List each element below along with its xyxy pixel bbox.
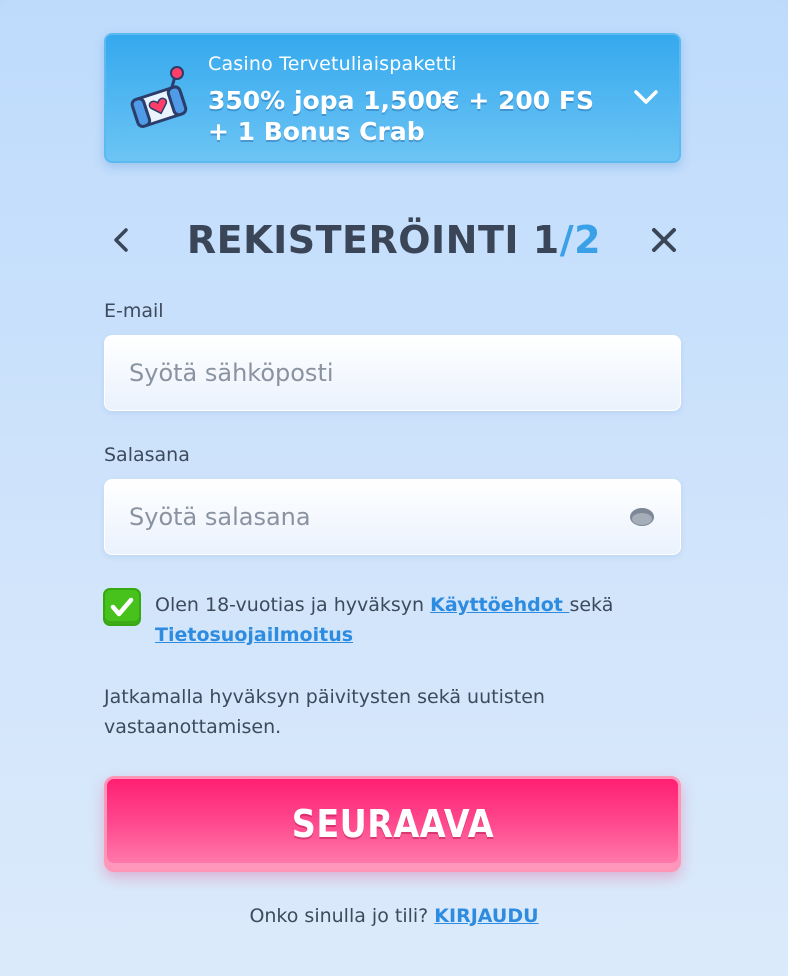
email-label: E-mail bbox=[104, 300, 164, 322]
email-field[interactable] bbox=[129, 336, 609, 410]
login-prompt: Onko sinulla jo tili? KIRJAUDU bbox=[0, 905, 788, 927]
terms-text-between: sekä bbox=[569, 594, 614, 616]
terms-link[interactable]: Käyttöehdot bbox=[430, 594, 569, 616]
email-field-wrapper bbox=[104, 335, 681, 411]
welcome-bonus-banner[interactable]: Casino Tervetuliaispaketti 350% jopa 1,5… bbox=[104, 33, 681, 163]
chevron-left-icon[interactable] bbox=[104, 222, 136, 258]
promo-subtitle: Casino Tervetuliaispaketti bbox=[208, 53, 457, 75]
step-current: 1 bbox=[532, 218, 560, 262]
password-field-wrapper bbox=[104, 479, 681, 555]
privacy-link[interactable]: Tietosuojailmoitus bbox=[155, 624, 353, 646]
promo-title: 350% jopa 1,500€ + 200 FS + 1 Bonus Crab bbox=[208, 86, 594, 146]
chevron-down-icon[interactable] bbox=[633, 87, 659, 107]
password-label: Salasana bbox=[104, 444, 190, 466]
next-button[interactable]: SEURAAVA bbox=[104, 776, 681, 872]
close-icon[interactable] bbox=[646, 222, 682, 258]
login-question: Onko sinulla jo tili? bbox=[249, 905, 429, 927]
checkmark-icon bbox=[110, 597, 134, 617]
page-title: REKISTERÖINTI 1/2 bbox=[150, 218, 638, 262]
terms-text-before: Olen 18-vuotias ja hyväksyn bbox=[155, 594, 431, 616]
registration-modal: Casino Tervetuliaispaketti 350% jopa 1,5… bbox=[0, 0, 788, 976]
claw-machine-heart-icon bbox=[130, 66, 188, 128]
terms-text: Olen 18-vuotias ja hyväksyn Käyttöehdot … bbox=[155, 590, 685, 650]
terms-checkbox[interactable] bbox=[103, 588, 141, 626]
eye-icon[interactable] bbox=[628, 505, 656, 529]
marketing-notice: Jatkamalla hyväksyn päivitysten sekä uut… bbox=[104, 686, 545, 738]
step-separator: / bbox=[559, 218, 575, 262]
password-field[interactable] bbox=[129, 480, 609, 554]
login-link[interactable]: KIRJAUDU bbox=[434, 905, 538, 927]
title-text: REKISTERÖINTI bbox=[186, 218, 520, 262]
next-button-label: SEURAAVA bbox=[291, 802, 494, 846]
step-total: 2 bbox=[574, 218, 602, 262]
